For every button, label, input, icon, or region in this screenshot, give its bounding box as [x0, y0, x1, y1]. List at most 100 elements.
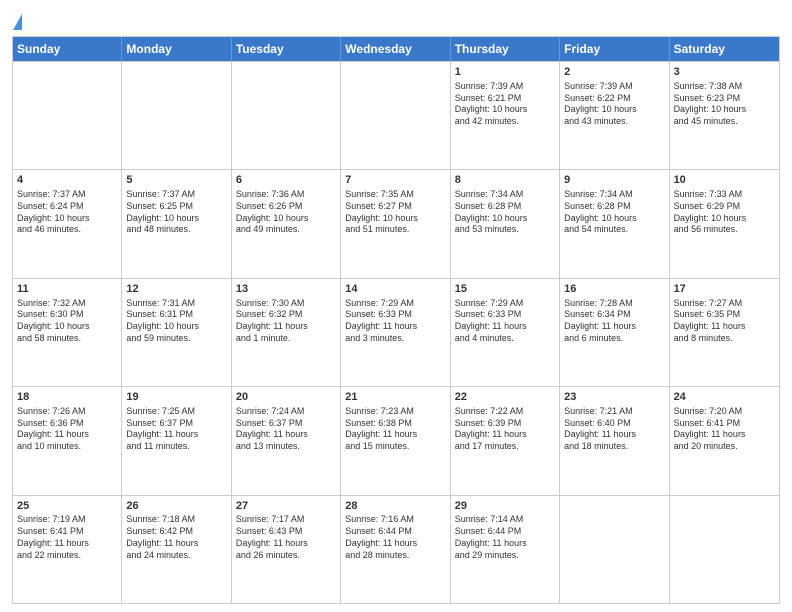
day-info: Sunrise: 7:22 AM Sunset: 6:39 PM Dayligh… — [455, 406, 555, 453]
day-number: 25 — [17, 499, 117, 514]
day-number: 19 — [126, 390, 226, 405]
calendar-cell: 28Sunrise: 7:16 AM Sunset: 6:44 PM Dayli… — [341, 496, 450, 603]
calendar-cell: 13Sunrise: 7:30 AM Sunset: 6:32 PM Dayli… — [232, 279, 341, 386]
calendar-cell: 24Sunrise: 7:20 AM Sunset: 6:41 PM Dayli… — [670, 387, 779, 494]
calendar-cell: 21Sunrise: 7:23 AM Sunset: 6:38 PM Dayli… — [341, 387, 450, 494]
day-number: 29 — [455, 499, 555, 514]
calendar-cell: 19Sunrise: 7:25 AM Sunset: 6:37 PM Dayli… — [122, 387, 231, 494]
day-info: Sunrise: 7:37 AM Sunset: 6:24 PM Dayligh… — [17, 189, 117, 236]
day-info: Sunrise: 7:23 AM Sunset: 6:38 PM Dayligh… — [345, 406, 445, 453]
calendar-header: SundayMondayTuesdayWednesdayThursdayFrid… — [13, 37, 779, 61]
calendar-cell: 15Sunrise: 7:29 AM Sunset: 6:33 PM Dayli… — [451, 279, 560, 386]
calendar-cell: 4Sunrise: 7:37 AM Sunset: 6:24 PM Daylig… — [13, 170, 122, 277]
day-number: 8 — [455, 173, 555, 188]
calendar-cell: 20Sunrise: 7:24 AM Sunset: 6:37 PM Dayli… — [232, 387, 341, 494]
day-number: 10 — [674, 173, 775, 188]
calendar-row: 1Sunrise: 7:39 AM Sunset: 6:21 PM Daylig… — [13, 61, 779, 169]
day-info: Sunrise: 7:32 AM Sunset: 6:30 PM Dayligh… — [17, 298, 117, 345]
day-number: 14 — [345, 282, 445, 297]
day-info: Sunrise: 7:29 AM Sunset: 6:33 PM Dayligh… — [455, 298, 555, 345]
day-info: Sunrise: 7:37 AM Sunset: 6:25 PM Dayligh… — [126, 189, 226, 236]
day-info: Sunrise: 7:36 AM Sunset: 6:26 PM Dayligh… — [236, 189, 336, 236]
calendar-cell: 2Sunrise: 7:39 AM Sunset: 6:22 PM Daylig… — [560, 62, 669, 169]
calendar-cell: 26Sunrise: 7:18 AM Sunset: 6:42 PM Dayli… — [122, 496, 231, 603]
calendar-cell — [341, 62, 450, 169]
day-number: 15 — [455, 282, 555, 297]
weekday-header: Thursday — [451, 37, 560, 61]
day-info: Sunrise: 7:27 AM Sunset: 6:35 PM Dayligh… — [674, 298, 775, 345]
day-info: Sunrise: 7:18 AM Sunset: 6:42 PM Dayligh… — [126, 514, 226, 561]
weekday-header: Sunday — [13, 37, 122, 61]
day-info: Sunrise: 7:30 AM Sunset: 6:32 PM Dayligh… — [236, 298, 336, 345]
logo-triangle-icon — [13, 14, 22, 30]
calendar-cell — [670, 496, 779, 603]
calendar-cell: 12Sunrise: 7:31 AM Sunset: 6:31 PM Dayli… — [122, 279, 231, 386]
day-info: Sunrise: 7:19 AM Sunset: 6:41 PM Dayligh… — [17, 514, 117, 561]
day-info: Sunrise: 7:28 AM Sunset: 6:34 PM Dayligh… — [564, 298, 664, 345]
calendar-cell: 5Sunrise: 7:37 AM Sunset: 6:25 PM Daylig… — [122, 170, 231, 277]
day-number: 18 — [17, 390, 117, 405]
calendar-cell: 29Sunrise: 7:14 AM Sunset: 6:44 PM Dayli… — [451, 496, 560, 603]
calendar-cell — [232, 62, 341, 169]
weekday-header: Wednesday — [341, 37, 450, 61]
day-info: Sunrise: 7:33 AM Sunset: 6:29 PM Dayligh… — [674, 189, 775, 236]
day-info: Sunrise: 7:31 AM Sunset: 6:31 PM Dayligh… — [126, 298, 226, 345]
calendar-cell: 23Sunrise: 7:21 AM Sunset: 6:40 PM Dayli… — [560, 387, 669, 494]
calendar-row: 25Sunrise: 7:19 AM Sunset: 6:41 PM Dayli… — [13, 495, 779, 603]
calendar-cell: 1Sunrise: 7:39 AM Sunset: 6:21 PM Daylig… — [451, 62, 560, 169]
day-info: Sunrise: 7:39 AM Sunset: 6:22 PM Dayligh… — [564, 81, 664, 128]
day-number: 21 — [345, 390, 445, 405]
day-number: 4 — [17, 173, 117, 188]
day-number: 6 — [236, 173, 336, 188]
calendar-cell: 14Sunrise: 7:29 AM Sunset: 6:33 PM Dayli… — [341, 279, 450, 386]
page: SundayMondayTuesdayWednesdayThursdayFrid… — [0, 0, 792, 612]
day-info: Sunrise: 7:39 AM Sunset: 6:21 PM Dayligh… — [455, 81, 555, 128]
calendar-body: 1Sunrise: 7:39 AM Sunset: 6:21 PM Daylig… — [13, 61, 779, 603]
calendar-cell: 22Sunrise: 7:22 AM Sunset: 6:39 PM Dayli… — [451, 387, 560, 494]
calendar-cell: 25Sunrise: 7:19 AM Sunset: 6:41 PM Dayli… — [13, 496, 122, 603]
day-info: Sunrise: 7:21 AM Sunset: 6:40 PM Dayligh… — [564, 406, 664, 453]
header — [12, 10, 780, 30]
day-number: 1 — [455, 65, 555, 80]
weekday-header: Monday — [122, 37, 231, 61]
day-number: 5 — [126, 173, 226, 188]
calendar-row: 4Sunrise: 7:37 AM Sunset: 6:24 PM Daylig… — [13, 169, 779, 277]
day-info: Sunrise: 7:24 AM Sunset: 6:37 PM Dayligh… — [236, 406, 336, 453]
day-number: 26 — [126, 499, 226, 514]
calendar-cell: 10Sunrise: 7:33 AM Sunset: 6:29 PM Dayli… — [670, 170, 779, 277]
day-info: Sunrise: 7:14 AM Sunset: 6:44 PM Dayligh… — [455, 514, 555, 561]
calendar-cell: 11Sunrise: 7:32 AM Sunset: 6:30 PM Dayli… — [13, 279, 122, 386]
day-number: 20 — [236, 390, 336, 405]
day-number: 28 — [345, 499, 445, 514]
logo — [12, 14, 22, 30]
day-info: Sunrise: 7:20 AM Sunset: 6:41 PM Dayligh… — [674, 406, 775, 453]
day-number: 9 — [564, 173, 664, 188]
calendar-cell: 9Sunrise: 7:34 AM Sunset: 6:28 PM Daylig… — [560, 170, 669, 277]
weekday-header: Tuesday — [232, 37, 341, 61]
day-number: 24 — [674, 390, 775, 405]
calendar-cell: 6Sunrise: 7:36 AM Sunset: 6:26 PM Daylig… — [232, 170, 341, 277]
day-number: 3 — [674, 65, 775, 80]
day-number: 23 — [564, 390, 664, 405]
day-number: 27 — [236, 499, 336, 514]
calendar-cell: 3Sunrise: 7:38 AM Sunset: 6:23 PM Daylig… — [670, 62, 779, 169]
calendar-cell — [13, 62, 122, 169]
calendar-cell — [122, 62, 231, 169]
calendar-row: 18Sunrise: 7:26 AM Sunset: 6:36 PM Dayli… — [13, 386, 779, 494]
calendar-cell — [560, 496, 669, 603]
day-info: Sunrise: 7:34 AM Sunset: 6:28 PM Dayligh… — [564, 189, 664, 236]
calendar-cell: 8Sunrise: 7:34 AM Sunset: 6:28 PM Daylig… — [451, 170, 560, 277]
day-number: 12 — [126, 282, 226, 297]
calendar-cell: 17Sunrise: 7:27 AM Sunset: 6:35 PM Dayli… — [670, 279, 779, 386]
day-info: Sunrise: 7:38 AM Sunset: 6:23 PM Dayligh… — [674, 81, 775, 128]
day-number: 7 — [345, 173, 445, 188]
day-number: 2 — [564, 65, 664, 80]
calendar-row: 11Sunrise: 7:32 AM Sunset: 6:30 PM Dayli… — [13, 278, 779, 386]
day-number: 11 — [17, 282, 117, 297]
calendar-cell: 7Sunrise: 7:35 AM Sunset: 6:27 PM Daylig… — [341, 170, 450, 277]
calendar-cell: 18Sunrise: 7:26 AM Sunset: 6:36 PM Dayli… — [13, 387, 122, 494]
day-info: Sunrise: 7:25 AM Sunset: 6:37 PM Dayligh… — [126, 406, 226, 453]
day-info: Sunrise: 7:26 AM Sunset: 6:36 PM Dayligh… — [17, 406, 117, 453]
day-info: Sunrise: 7:17 AM Sunset: 6:43 PM Dayligh… — [236, 514, 336, 561]
day-info: Sunrise: 7:29 AM Sunset: 6:33 PM Dayligh… — [345, 298, 445, 345]
